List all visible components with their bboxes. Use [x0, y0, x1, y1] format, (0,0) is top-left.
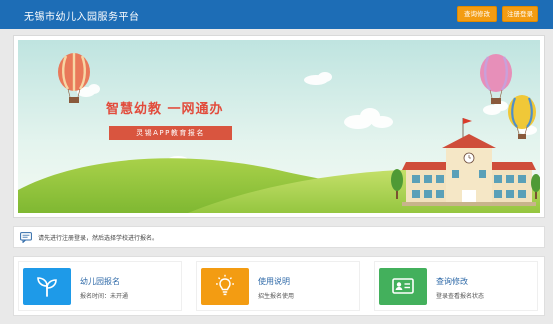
banner-illustration: [18, 40, 540, 213]
card-description: 登录查看报名状态: [436, 293, 485, 300]
kindergarten-enrollment-card[interactable]: 幼儿园报名 报名时间：未开通: [18, 261, 182, 311]
banner-image: 智慧幼教 一网通办 灵锡APP教育报名: [18, 40, 540, 213]
id-card-icon: [392, 278, 414, 294]
card-description: 招生报名使用: [258, 293, 295, 300]
app-title: 无锡市幼儿入园服务平台: [24, 12, 140, 23]
register-login-button[interactable]: 注册登录: [502, 6, 538, 22]
sprout-icon: [37, 277, 57, 297]
card-icon-tile: [379, 268, 427, 305]
notice-text: 请先进行注册登录，然后选择学校进行报名。: [38, 235, 159, 242]
card-title: 幼儿园报名: [80, 277, 120, 286]
banner-subtitle: 灵锡APP教育报名: [109, 126, 232, 140]
query-modify-button[interactable]: 查询修改: [457, 6, 497, 22]
card-title: 使用说明: [258, 277, 290, 286]
card-description: 报名时间：未开通: [80, 293, 129, 300]
card-title: 查询修改: [436, 277, 468, 286]
query-modify-card[interactable]: 查询修改 登录查看报名状态: [374, 261, 538, 311]
message-icon: [20, 232, 32, 243]
card-icon-tile: [201, 268, 249, 305]
lightbulb-icon: [216, 274, 234, 296]
notice-bar: 请先进行注册登录，然后选择学校进行报名。: [13, 226, 545, 248]
banner-frame: 智慧幼教 一网通办 灵锡APP教育报名: [13, 35, 545, 218]
top-header-bar: 无锡市幼儿入园服务平台 查询修改 注册登录: [0, 0, 553, 29]
banner-slogan: 智慧幼教 一网通办: [106, 102, 224, 117]
usage-instructions-card[interactable]: 使用说明 招生报名使用: [196, 261, 360, 311]
card-icon-tile: [23, 268, 71, 305]
service-cards: 幼儿园报名 报名时间：未开通 使用说明 招生报名使用 查询修改 登录查看报名状态: [13, 256, 545, 316]
